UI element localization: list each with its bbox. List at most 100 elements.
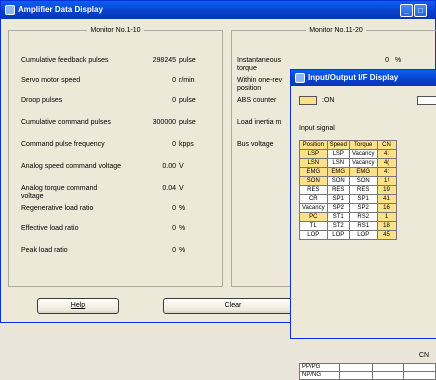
- pulse-blank: [339, 364, 372, 372]
- input-signal-table: PositionSpeedTorqueCN LSPLSPVacancy4:LSN…: [299, 140, 397, 240]
- io-cell: RS1: [349, 222, 377, 231]
- monitor-value: 0: [126, 97, 176, 104]
- io-cell: Vacancy: [349, 159, 377, 168]
- io-header-cell: Torque: [349, 141, 377, 150]
- io-window-title: Input/Output I/F Display: [308, 73, 398, 82]
- monitor-label: Droop pulses: [21, 97, 121, 105]
- io-cell: SP2: [327, 204, 349, 213]
- io-row: LSNLSNVacancy4(: [300, 159, 397, 168]
- monitor-label: Analog torque command voltage: [21, 185, 121, 201]
- io-cell: SON: [349, 177, 377, 186]
- io-header-cell: Speed: [327, 141, 349, 150]
- io-row: PCST1RS21: [300, 213, 397, 222]
- pulse-blank: [404, 364, 435, 372]
- monitor-1-10-label: Monitor No.1-10: [87, 27, 143, 34]
- io-header-cell: Position: [300, 141, 328, 150]
- io-cell: Vacancy: [349, 150, 377, 159]
- monitor-unit: r/min: [179, 77, 195, 84]
- io-cell: EMG: [327, 168, 349, 177]
- help-button-label: Help: [71, 302, 85, 309]
- io-cell: SON: [327, 177, 349, 186]
- io-cell: PC: [300, 213, 328, 222]
- io-cell: RS2: [349, 213, 377, 222]
- monitor-value: 298245: [126, 57, 176, 64]
- monitor-unit: V: [179, 163, 184, 170]
- clear-button[interactable]: Clear: [163, 298, 303, 314]
- pulse-blank: [373, 364, 404, 372]
- title-bar: Amplifier Data Display _ □: [1, 1, 435, 19]
- io-cell: RES: [300, 186, 328, 195]
- monitor-label: Servo motor speed: [21, 77, 121, 85]
- io-cell: 1!: [377, 177, 396, 186]
- monitor-unit: %: [179, 205, 185, 212]
- monitor-label: Regenerative load ratio: [21, 205, 121, 213]
- io-cell: TL: [300, 222, 328, 231]
- window-title: Amplifier Data Display: [18, 5, 103, 14]
- io-cell: 1: [377, 213, 396, 222]
- io-app-icon: [295, 73, 305, 83]
- io-cell: SP1: [349, 195, 377, 204]
- input-signal-label: Input signal: [299, 125, 335, 132]
- pulse-label: NP/NG: [300, 372, 340, 380]
- monitor-label: Load inertia m: [237, 119, 297, 127]
- cn-label: CN: [419, 352, 429, 359]
- io-row: RESRESRES19: [300, 186, 397, 195]
- io-cell: Vacancy: [300, 204, 328, 213]
- io-cell: SON: [300, 177, 328, 186]
- io-row: EMGEMGEMG4:: [300, 168, 397, 177]
- pulse-blank: [404, 372, 435, 380]
- io-cell: 4:: [377, 150, 396, 159]
- monitor-label: Instantaneous torque: [237, 57, 297, 73]
- io-cell: 41: [377, 195, 396, 204]
- io-cell: 19: [377, 186, 396, 195]
- io-cell: LSN: [327, 159, 349, 168]
- minimize-icon[interactable]: _: [400, 4, 413, 17]
- io-row: SONSONSON1!: [300, 177, 397, 186]
- monitor-unit: %: [395, 57, 401, 64]
- io-cell: 4(: [377, 159, 396, 168]
- monitor-label: Peak load ratio: [21, 247, 121, 255]
- maximize-icon[interactable]: □: [414, 4, 427, 17]
- pulse-row: NP/NG35/: [300, 372, 436, 380]
- io-header-cell: CN: [377, 141, 396, 150]
- monitor-unit: %: [179, 225, 185, 232]
- io-cell: LSP: [327, 150, 349, 159]
- monitor-label: Within one-rev position: [237, 77, 297, 93]
- monitor-value: 0: [126, 205, 176, 212]
- monitor-value: 0.00: [126, 163, 176, 170]
- io-cell: LSN: [300, 159, 328, 168]
- io-cell: ST2: [327, 222, 349, 231]
- io-cell: ST1: [327, 213, 349, 222]
- monitor-unit: V: [179, 185, 184, 192]
- monitor-value: 0: [126, 247, 176, 254]
- monitor-unit: pulse: [179, 57, 196, 64]
- io-cell: 45: [377, 231, 396, 240]
- monitor-unit: %: [179, 247, 185, 254]
- app-icon: [5, 5, 15, 15]
- io-row: TLST2RS118: [300, 222, 397, 231]
- on-legend-swatch: [299, 96, 317, 105]
- monitor-label: Cumulative command pulses: [21, 119, 121, 127]
- io-cell: 16: [377, 204, 396, 213]
- pulse-label: PP/PG: [300, 364, 340, 372]
- io-row: VacancySP2SP216: [300, 204, 397, 213]
- monitor-value: 0: [357, 57, 389, 64]
- off-legend-swatch: [417, 96, 436, 105]
- io-cell: LOP: [349, 231, 377, 240]
- monitor-value: 0: [126, 141, 176, 148]
- monitor-unit: pulse: [179, 119, 196, 126]
- monitor-11-20-label: Monitor No.11-20: [306, 27, 366, 34]
- pulse-blank: [373, 372, 404, 380]
- io-cell: RES: [327, 186, 349, 195]
- io-display-window: Input/Output I/F Display :ON Input signa…: [290, 69, 436, 339]
- monitor-label: Cumulative feedback pulses: [21, 57, 121, 65]
- io-cell: CR: [300, 195, 328, 204]
- io-row: CRSP1SP141: [300, 195, 397, 204]
- monitor-unit: pulse: [179, 97, 196, 104]
- monitor-label: ABS counter: [237, 97, 297, 105]
- monitor-value: 0: [126, 77, 176, 84]
- pulse-row: PP/PG10/: [300, 364, 436, 372]
- help-button[interactable]: Help: [37, 298, 119, 314]
- io-cell: RES: [349, 186, 377, 195]
- on-legend-label: :ON: [322, 97, 334, 104]
